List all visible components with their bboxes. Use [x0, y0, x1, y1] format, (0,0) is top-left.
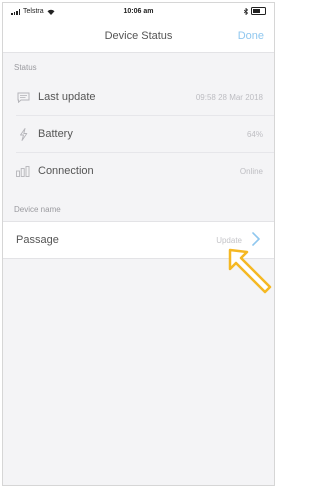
battery-value: 64% [246, 129, 263, 139]
message-icon [16, 90, 30, 104]
battery-row: Battery 64% [3, 116, 274, 152]
device-name-value: Passage [16, 234, 59, 246]
clock: 10:06 am [123, 8, 154, 15]
annotation-arrow-icon [228, 248, 272, 294]
last-update-label: Last update [38, 91, 96, 103]
status-bar: Telstra 10:06 am [3, 3, 274, 21]
bluetooth-icon [244, 7, 248, 15]
device-name-section-header: Device name [14, 205, 61, 214]
signal-bars-icon [16, 164, 30, 178]
navigation-bar: Device Status Done [3, 21, 274, 53]
battery-icon [251, 7, 266, 15]
done-button[interactable]: Done [238, 30, 264, 42]
chevron-right-icon[interactable] [252, 232, 260, 246]
connection-row: Connection Online [3, 153, 274, 189]
connection-value: Online [239, 166, 263, 176]
page-title: Device Status [104, 30, 173, 42]
status-section-header: Status [14, 63, 37, 72]
battery-label: Battery [38, 128, 73, 140]
last-update-value: 09:58 28 Mar 2018 [195, 92, 263, 102]
last-update-row: Last update 09:58 28 Mar 2018 [3, 79, 274, 115]
phone-screen: Telstra 10:06 am Device Status Done Stat… [2, 2, 275, 486]
update-link[interactable]: Update [216, 236, 242, 245]
status-indicators [244, 7, 266, 15]
lightning-icon [16, 127, 30, 141]
connection-label: Connection [38, 165, 94, 177]
